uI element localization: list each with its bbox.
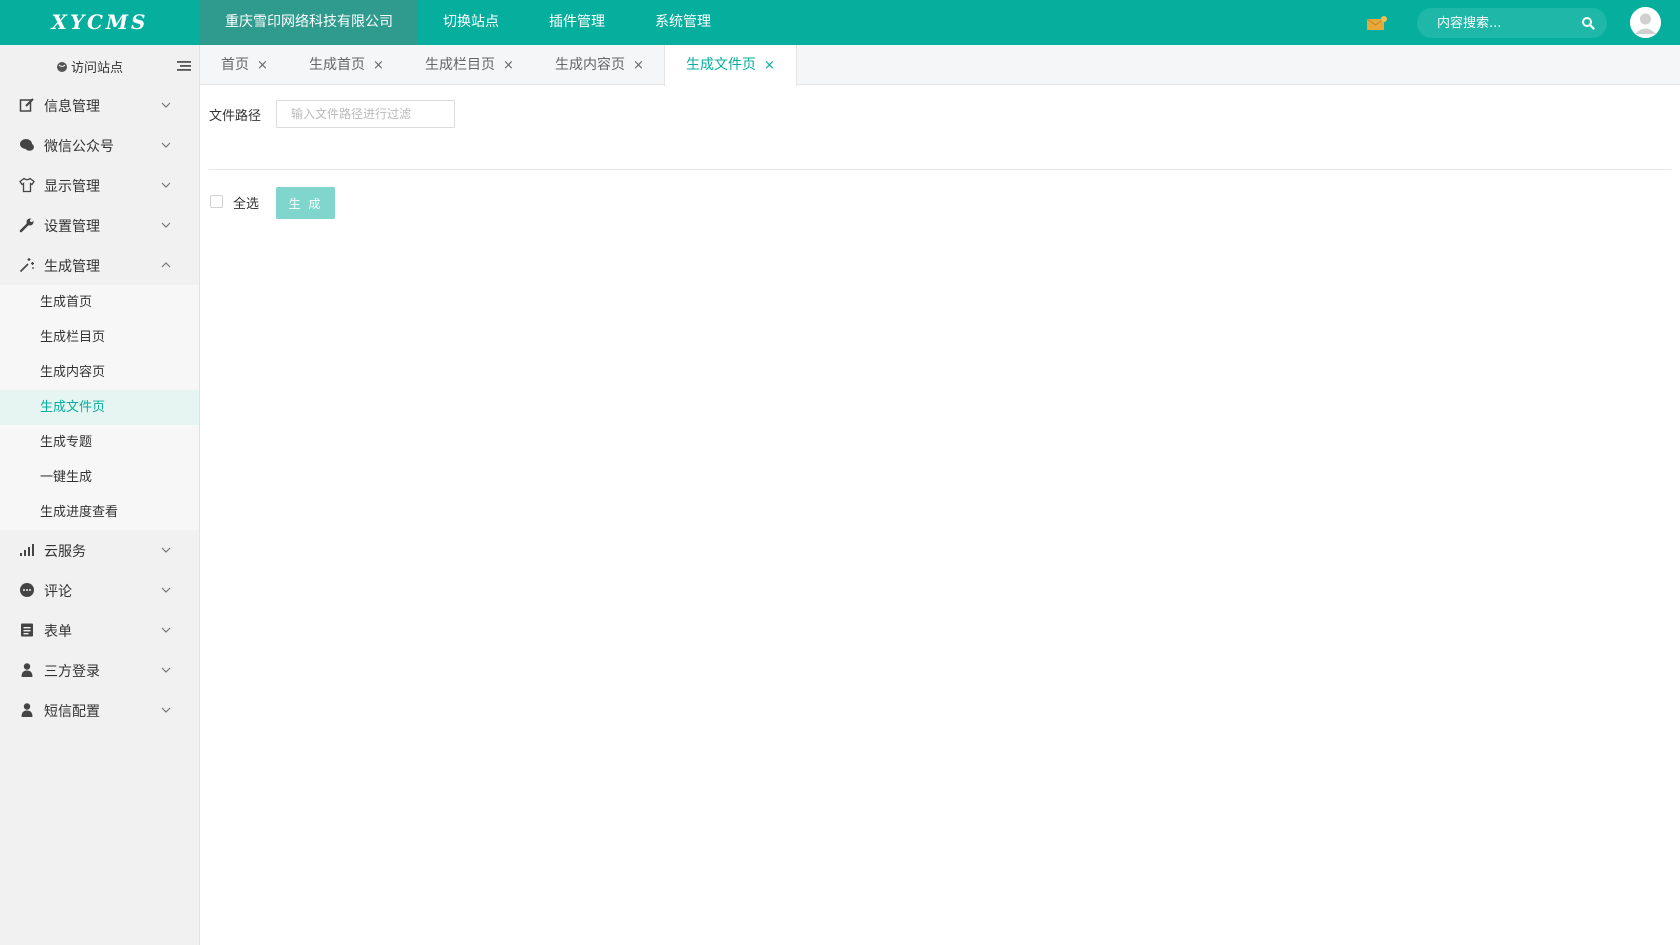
- shirt-icon: [19, 177, 35, 193]
- divider: [209, 169, 1671, 170]
- menu-toggle-icon[interactable]: [177, 60, 191, 72]
- chevron-down-icon: [161, 663, 171, 673]
- nav-item-system[interactable]: 系统管理: [630, 0, 736, 45]
- main-content: 文件路径 全选 生 成: [200, 86, 1680, 945]
- submenu-generate-home[interactable]: 生成首页: [0, 285, 199, 320]
- user-icon: [19, 702, 35, 718]
- menu-label: 显示管理: [44, 179, 100, 195]
- submenu-generate-content[interactable]: 生成内容页: [0, 355, 199, 390]
- globe-icon: [57, 61, 67, 72]
- edit-icon: [19, 97, 35, 113]
- menu-sms-config[interactable]: 短信配置: [0, 690, 199, 730]
- chevron-down-icon: [161, 138, 171, 148]
- nav-item-company[interactable]: 重庆雪印网络科技有限公司: [200, 0, 418, 45]
- close-icon[interactable]: ×: [764, 46, 775, 86]
- top-nav: 重庆雪印网络科技有限公司 切换站点 插件管理 系统管理: [200, 0, 736, 45]
- file-path-label: 文件路径: [209, 109, 262, 124]
- app-logo[interactable]: XYCMS: [0, 0, 200, 45]
- search-box: [1417, 8, 1607, 38]
- wechat-icon: [19, 137, 35, 153]
- chevron-up-icon: [161, 258, 171, 268]
- user-icon: [19, 662, 35, 678]
- tab-label: 生成栏目页: [425, 57, 495, 73]
- wrench-icon: [19, 217, 35, 233]
- chevron-down-icon: [161, 623, 171, 633]
- sidebar: 访问站点 信息管理 微信公众号 显示管理 设置管理 生成管理 生成首页 生成栏目…: [0, 45, 200, 945]
- submenu-generate-column[interactable]: 生成栏目页: [0, 320, 199, 355]
- close-icon[interactable]: ×: [503, 46, 514, 86]
- form-icon: [19, 622, 35, 638]
- user-avatar-icon[interactable]: [1630, 7, 1661, 38]
- close-icon[interactable]: ×: [373, 46, 384, 86]
- submenu-generate-progress[interactable]: 生成进度查看: [0, 495, 199, 530]
- signal-bars-icon: [19, 542, 35, 558]
- close-icon[interactable]: ×: [257, 46, 268, 86]
- page-tabs: 首页 × 生成首页 × 生成栏目页 × 生成内容页 × 生成文件页 ×: [200, 45, 1680, 86]
- tab-label: 生成首页: [309, 57, 365, 73]
- menu-label: 三方登录: [44, 664, 100, 680]
- tab-label: 首页: [221, 57, 249, 73]
- tab-generate-home[interactable]: 生成首页 ×: [309, 45, 384, 85]
- generate-button[interactable]: 生 成: [276, 187, 335, 219]
- close-icon[interactable]: ×: [633, 46, 644, 86]
- menu-comments[interactable]: 评论: [0, 570, 199, 610]
- nav-item-plugins[interactable]: 插件管理: [524, 0, 630, 45]
- menu-label: 生成管理: [44, 259, 100, 275]
- menu-label: 评论: [44, 584, 72, 600]
- menu-label: 微信公众号: [44, 139, 114, 155]
- file-path-filter-input[interactable]: [276, 100, 455, 128]
- select-all-label[interactable]: 全选: [233, 193, 259, 212]
- menu-label: 信息管理: [44, 99, 100, 115]
- tab-label: 生成文件页: [686, 57, 756, 73]
- tab-label: 生成内容页: [555, 57, 625, 73]
- chevron-down-icon: [161, 218, 171, 228]
- top-header: XYCMS 重庆雪印网络科技有限公司 切换站点 插件管理 系统管理: [0, 0, 1680, 45]
- mail-icon[interactable]: [1366, 15, 1388, 31]
- menu-label: 云服务: [44, 544, 86, 560]
- nav-item-switch-site[interactable]: 切换站点: [418, 0, 524, 45]
- chevron-down-icon: [161, 703, 171, 713]
- visit-site-link[interactable]: 访问站点: [56, 57, 123, 76]
- select-all-checkbox[interactable]: [210, 195, 223, 208]
- generate-submenu: 生成首页 生成栏目页 生成内容页 生成文件页 生成专题 一键生成 生成进度查看: [0, 285, 199, 530]
- submenu-generate-topic[interactable]: 生成专题: [0, 425, 199, 460]
- tab-generate-content[interactable]: 生成内容页 ×: [555, 45, 644, 85]
- search-icon[interactable]: [1581, 16, 1595, 30]
- tab-home[interactable]: 首页 ×: [221, 45, 268, 85]
- chevron-down-icon: [161, 178, 171, 188]
- chevron-down-icon: [161, 583, 171, 593]
- chevron-down-icon: [161, 543, 171, 553]
- search-input[interactable]: [1417, 8, 1577, 38]
- visit-site-label: 访问站点: [71, 61, 124, 76]
- submenu-one-click-generate[interactable]: 一键生成: [0, 460, 199, 495]
- tab-generate-column[interactable]: 生成栏目页 ×: [425, 45, 514, 85]
- menu-info-management[interactable]: 信息管理: [0, 85, 199, 125]
- menu-label: 设置管理: [44, 219, 100, 235]
- magic-wand-icon: [19, 257, 35, 273]
- menu-generate-management[interactable]: 生成管理: [0, 245, 199, 285]
- menu-label: 短信配置: [44, 704, 100, 720]
- comment-icon: [19, 582, 35, 598]
- menu-display-management[interactable]: 显示管理: [0, 165, 199, 205]
- menu-wechat[interactable]: 微信公众号: [0, 125, 199, 165]
- menu-label: 表单: [44, 624, 72, 640]
- chevron-down-icon: [161, 98, 171, 108]
- menu-third-party-login[interactable]: 三方登录: [0, 650, 199, 690]
- submenu-generate-file[interactable]: 生成文件页: [0, 390, 199, 425]
- visit-row: 访问站点: [0, 45, 199, 85]
- menu-cloud-service[interactable]: 云服务: [0, 530, 199, 570]
- menu-settings-management[interactable]: 设置管理: [0, 205, 199, 245]
- tab-generate-file[interactable]: 生成文件页 ×: [664, 45, 797, 86]
- menu-forms[interactable]: 表单: [0, 610, 199, 650]
